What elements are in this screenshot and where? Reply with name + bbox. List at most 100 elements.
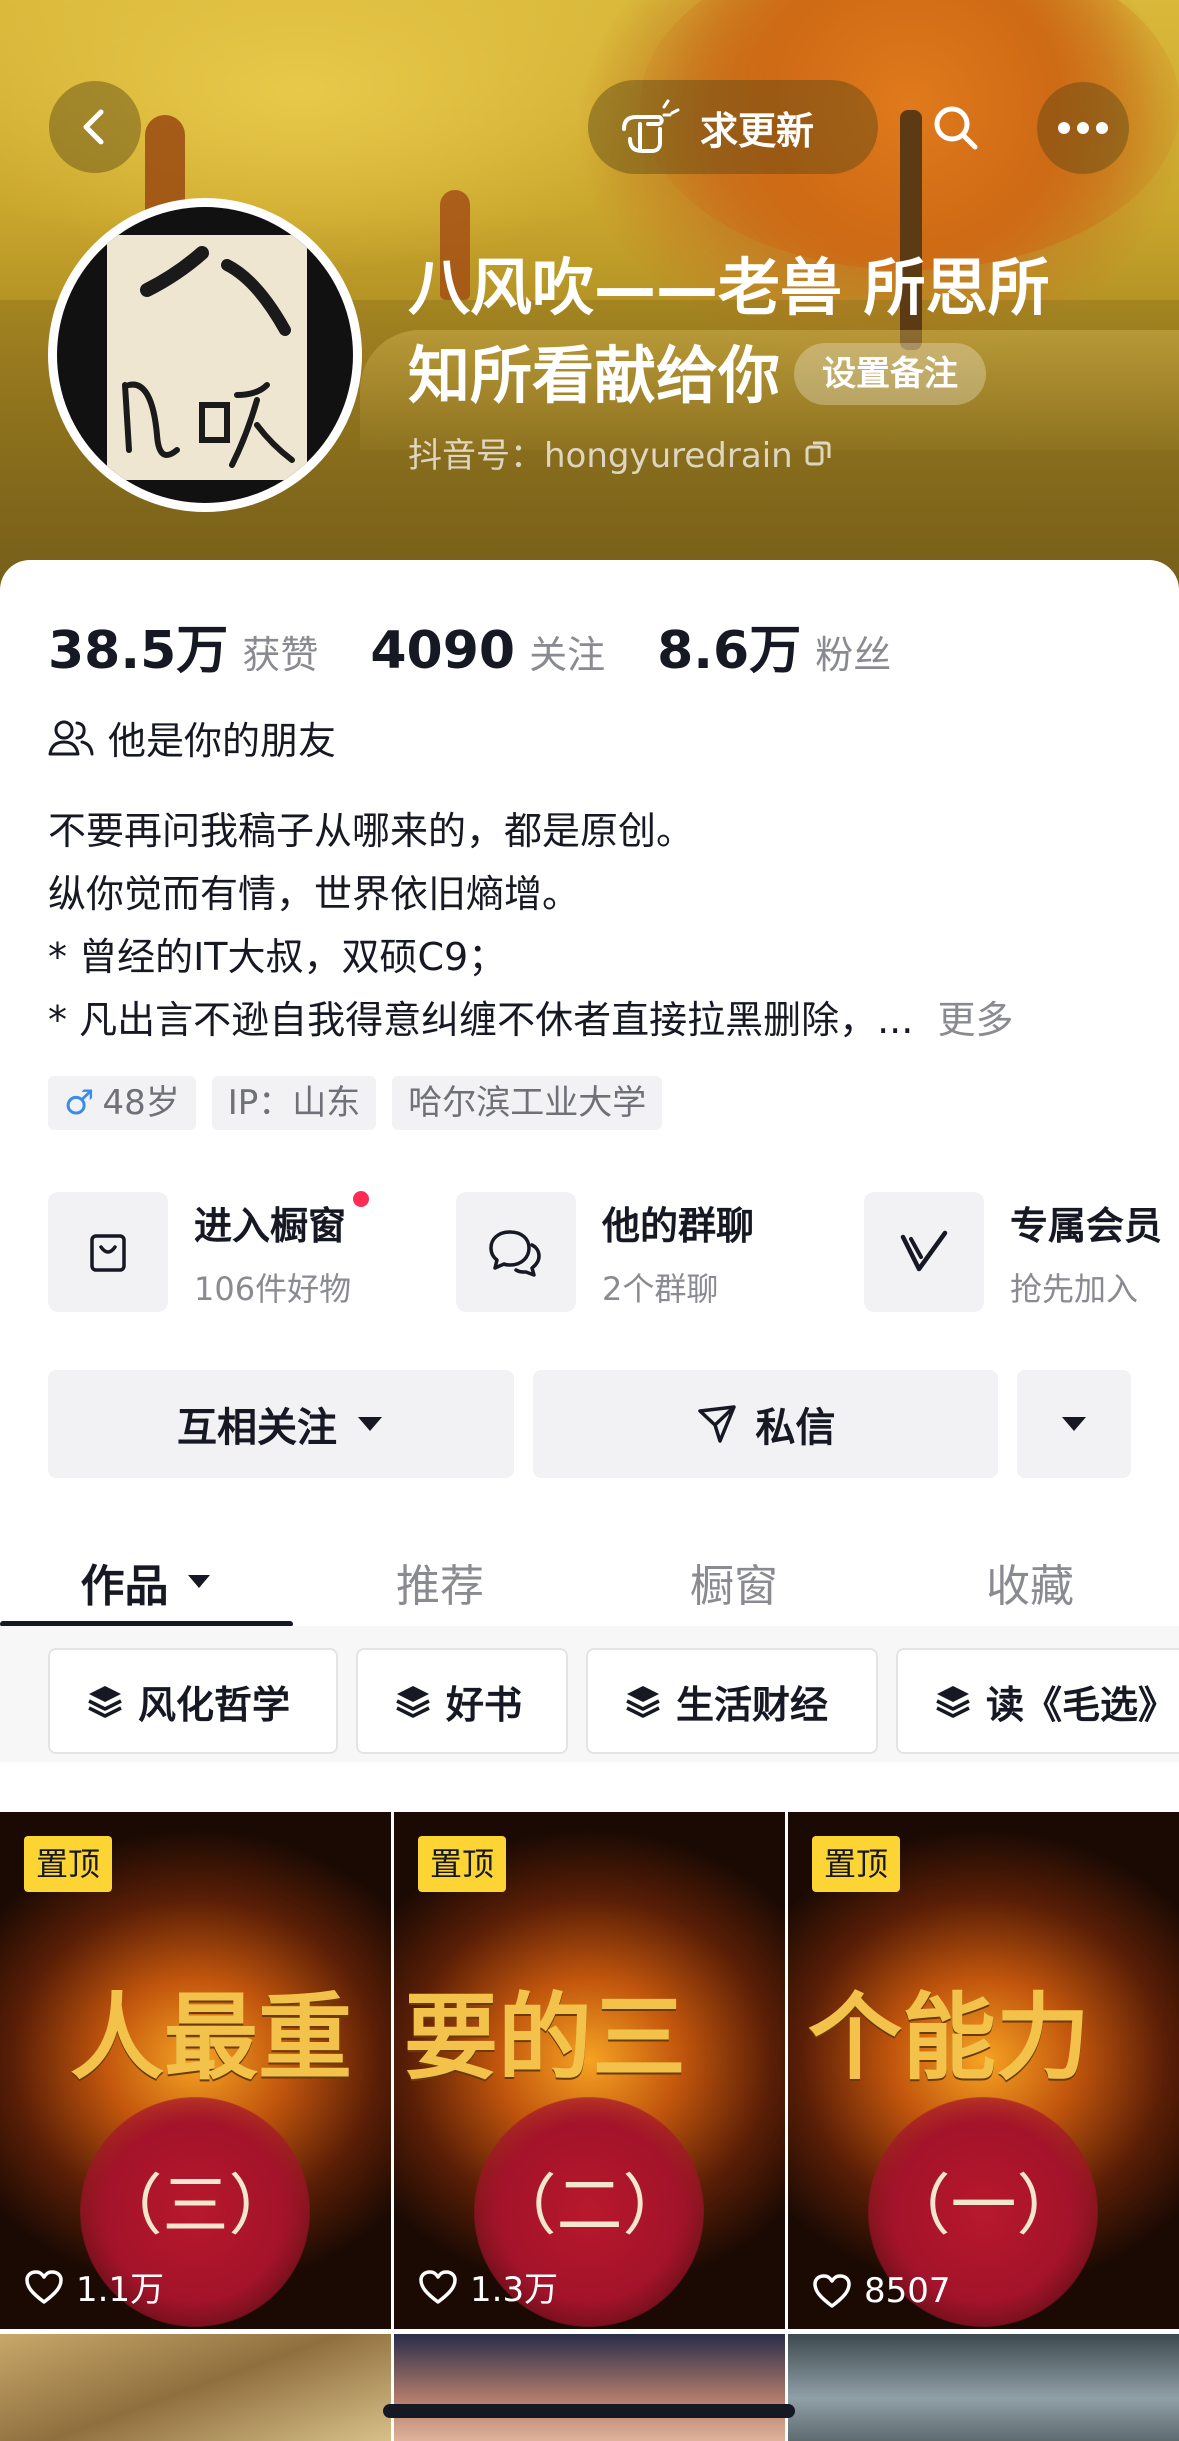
stat-following[interactable]: 4090 关注 [370,621,605,681]
service-title: 进入橱窗 [194,1190,370,1250]
message-button[interactable]: 私信 [533,1370,998,1478]
video-numeral: （三） [96,2167,295,2244]
collection-chip[interactable]: 好书 [356,1648,568,1754]
pinned-badge: 置顶 [418,1836,507,1892]
profile-tags: ♂ 48岁 IP：山东 哈尔滨工业大学 [48,1076,663,1130]
stat-followers[interactable]: 8.6万 粉丝 [657,608,891,683]
vip-v-icon [900,1230,948,1272]
pointing-hand-icon [622,99,680,153]
bio-line-text: * 凡出言不逊自我得意纠缠不休者直接拉黑删除，... [48,998,914,1042]
search-button[interactable] [910,82,1002,174]
profile-stats: 38.5万 获赞 4090 关注 8.6万 粉丝 [48,608,943,683]
more-actions-button[interactable] [1017,1370,1131,1478]
video-headline: 个能力 [808,1983,1091,2093]
service-text: 他的群聊 2个群聊 [602,1195,754,1310]
stat-likes[interactable]: 38.5万 获赞 [48,608,318,683]
tag-age-text: 48岁 [102,1083,180,1123]
bio-line-last: * 凡出言不逊自我得意纠缠不休者直接拉黑删除，... 更多 [48,989,1138,1052]
douyin-id-row[interactable]: 抖音号：hongyuredrain [408,428,833,477]
bio-line: 不要再问我稿子从哪来的，都是原创。 [48,809,695,853]
caret-down-icon [1062,1417,1086,1431]
collection-chip[interactable]: 生活财经 [586,1648,878,1754]
collection-label: 好书 [446,1682,523,1727]
service-text: 进入橱窗 106件好物 [194,1190,370,1310]
layers-icon [626,1686,660,1718]
search-icon [934,106,978,150]
pinned-badge: 置顶 [24,1836,113,1892]
heart-icon [419,2269,457,2304]
tag-age: ♂ 48岁 [48,1076,196,1130]
video-thumbnail[interactable]: 个能力 （一） 置顶 8507 [788,1812,1179,2329]
video-likes: 1.3万 [418,2262,558,2311]
service-icon-box [48,1192,168,1312]
notification-dot [353,1190,370,1207]
service-subtitle: 抢先加入 [1010,1269,1139,1308]
video-numeral: （二） [490,2167,689,2244]
video-thumbnail[interactable] [394,2334,785,2441]
friends-icon [48,720,94,755]
caret-down-icon [187,1575,210,1588]
more-dots-icon [1058,122,1108,134]
male-icon: ♂ [64,1083,95,1123]
service-membership[interactable]: 专属会员 抢先加入 [864,1190,1162,1314]
service-subtitle: 2个群聊 [602,1269,719,1308]
mutual-follow-button[interactable]: 互相关注 [48,1370,514,1478]
bio-line: 纵你觉而有情，世界依旧熵增。 [48,872,581,916]
collection-chip[interactable]: 读《毛选》 [896,1648,1179,1754]
more-options-button[interactable] [1037,82,1129,174]
stat-value: 8.6万 [657,621,802,681]
services-row: 进入橱窗 106件好物 他的群聊 2个群聊 专属会员 抢先加入 [48,1190,1179,1314]
friend-text: 他是你的朋友 [108,719,337,763]
message-label: 私信 [755,1405,836,1451]
set-remark-button[interactable]: 设置备注 [794,342,987,405]
home-indicator [383,2404,795,2418]
group-chat-icon [489,1230,541,1277]
douyin-id-text: 抖音号：hongyuredrain [408,436,793,476]
collections-row: 风化哲学 好书 生活财经 读《毛选》 [0,1626,1179,1762]
back-button[interactable] [49,81,141,173]
service-title: 专属会员 [1010,1203,1163,1248]
stat-label: 关注 [529,633,606,677]
avatar-calligraphy [107,235,307,480]
bio-line: * 曾经的IT大叔，双硕C9； [48,935,507,979]
video-headline: 人最重 [70,1983,353,2093]
request-update-button[interactable]: 求更新 [588,80,878,174]
heart-icon [25,2269,63,2304]
video-thumbnail[interactable]: 人最重 （三） 置顶 1.1万 [0,1812,391,2329]
stat-label: 粉丝 [815,633,892,677]
request-update-label: 求更新 [700,108,815,153]
service-title-text: 进入橱窗 [194,1203,347,1248]
bio-more-link[interactable]: 更多 [938,998,1014,1042]
send-icon [697,1405,736,1443]
service-showcase[interactable]: 进入橱窗 106件好物 [48,1190,370,1314]
pinned-badge: 置顶 [812,1836,901,1892]
collection-label: 生活财经 [676,1682,829,1727]
shopping-bag-icon [90,1234,126,1272]
tag-school[interactable]: 哈尔滨工业大学 [392,1076,663,1130]
avatar[interactable] [48,198,362,512]
service-group-chat[interactable]: 他的群聊 2个群聊 [456,1190,754,1314]
collection-chip[interactable]: 风化哲学 [48,1648,338,1754]
stat-label: 获赞 [242,633,319,677]
collection-label: 风化哲学 [138,1682,291,1727]
bio[interactable]: 不要再问我稿子从哪来的，都是原创。 纵你觉而有情，世界依旧熵增。 * 曾经的IT… [48,800,1138,1052]
action-buttons: 互相关注 私信 [48,1370,1179,1478]
video-likes: 1.1万 [24,2262,164,2311]
service-icon-box [864,1192,984,1312]
video-thumbnail[interactable] [788,2334,1179,2441]
service-subtitle: 106件好物 [194,1269,352,1308]
service-title: 他的群聊 [602,1203,755,1248]
tag-ip: IP：山东 [211,1076,377,1130]
video-numeral: （一） [884,2167,1083,2244]
copy-icon[interactable] [803,438,833,468]
stat-value: 38.5万 [48,621,229,681]
profile-nickname: 八风吹——老兽 所思所知所看献给你 设置备注 [408,244,1108,420]
layers-icon [396,1686,430,1718]
video-thumbnail[interactable]: 要的三 （二） 置顶 1.3万 [394,1812,785,2329]
video-like-count: 8507 [864,2271,951,2311]
tab-label: 作品 [80,1561,169,1612]
layers-icon [88,1686,122,1718]
avatar-image [57,207,353,503]
video-thumbnail[interactable] [0,2334,391,2441]
heart-icon [813,2274,851,2308]
